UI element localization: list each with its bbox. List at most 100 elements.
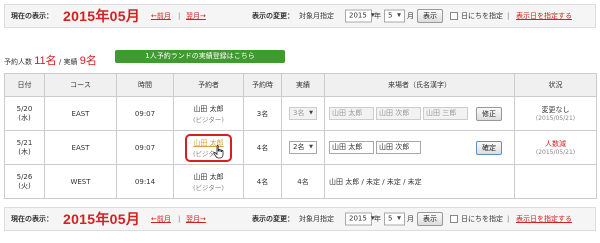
nav-separator: | [178, 12, 181, 20]
dropdown-arrow-icon: ▼ [309, 144, 313, 150]
visitor-field[interactable]: 山田 次郎 [376, 141, 421, 154]
booker-name: 山田 太郎 [193, 104, 224, 113]
header-status: 状況 [514, 73, 597, 97]
day-checkbox-icon[interactable] [450, 12, 458, 20]
date: 5/20 [16, 104, 33, 113]
year-select-value: 2015 [349, 11, 367, 20]
change-label: 表示の変更： [252, 215, 294, 223]
visitor-field: 山田 三郎 [423, 107, 468, 120]
date-cell: 5/21 (木) [4, 130, 45, 165]
header-time: 時間 [116, 73, 174, 97]
visitor-field: 山田 太郎 [329, 107, 374, 120]
reservation-table: 日付 コース 時間 予約者 予約時 実績 来場者（氏名漢字） 状況 5/20 (… [4, 73, 597, 199]
table-row: 5/20 (水) EAST 09:07 山田 太郎 (ビジター) 3名 3名 ▼ … [4, 96, 597, 131]
nav-separator: | [507, 215, 510, 223]
visitors-cell: 山田 太郎 山田 次郎 山田 三郎 修正 [324, 96, 515, 131]
time-cell: 09:07 [116, 96, 174, 131]
course-cell: EAST [44, 96, 117, 131]
current-month: 2015年05月 [63, 211, 141, 227]
month-select-value: 5 [388, 11, 393, 20]
nav-separator: | [507, 12, 510, 20]
status-date: (2015/05/21) [535, 149, 576, 156]
actual-cell: 4名 [281, 164, 325, 199]
month-nav-bottom: 現在の表示： 2015年05月 ←前月 | 翌月→ 表示の変更： 対象月指定 2… [4, 207, 596, 231]
results-registration-banner[interactable]: 1人予約ランドの実績登録はこちら [115, 50, 285, 63]
booker-type: (ビジター) [193, 183, 224, 192]
booker-type: (ビジター) [193, 115, 224, 124]
nav-separator: | [178, 215, 181, 223]
actual-select-value: 3名 [293, 109, 305, 117]
prev-month-link[interactable]: ←前月 [151, 11, 171, 21]
status-date: (2015/05/21) [535, 115, 576, 122]
reserved-cell: 3名 [243, 96, 282, 131]
actual-cell: 2名 ▼ [281, 130, 325, 165]
day-check-label: 日にちを指定 [461, 215, 503, 223]
day-check-label: 日にちを指定 [461, 12, 503, 20]
table-header-row: 日付 コース 時間 予約者 予約時 実績 来場者（氏名漢字） 状況 [4, 73, 597, 97]
prev-month-link[interactable]: ←前月 [151, 214, 171, 224]
current-label: 現在の表示： [11, 215, 53, 223]
reserved-cell: 4名 [243, 164, 282, 199]
status-cell: 人数減 (2015/05/21) [514, 130, 597, 165]
reserved-count: 11名 [34, 55, 57, 67]
reservation-summary: 予約人数 11名 / 実績 9名 [4, 52, 97, 68]
month-select[interactable]: 5 ▼ [384, 9, 405, 23]
change-label: 表示の変更： [252, 12, 294, 20]
current-month: 2015年05月 [63, 8, 141, 24]
day-checkbox-icon[interactable] [450, 215, 458, 223]
next-month-link[interactable]: 翌月→ [186, 11, 206, 21]
dropdown-arrow-icon: ▼ [309, 110, 313, 116]
year-select[interactable]: 2015 ▼ [345, 212, 375, 226]
status-text: 人数減 [545, 140, 566, 148]
weekday: (火) [18, 181, 31, 190]
visitors-cell: 山田 太郎 山田 次郎 確定 [324, 130, 515, 165]
show-date-link[interactable]: 表示日を指定する [516, 214, 572, 224]
month-select-value: 5 [388, 214, 393, 223]
status-text: 変更なし [541, 106, 570, 114]
visitor-field: 山田 次郎 [376, 107, 421, 120]
status-cell: 変更なし (2015/05/21) [514, 96, 597, 131]
reserved-label: 予約人数 [4, 58, 32, 66]
year-unit: 年 [374, 12, 381, 20]
confirm-button[interactable]: 確定 [476, 140, 502, 155]
booker-name: 山田 太郎 [193, 172, 224, 181]
actual-label: 実績 [63, 58, 78, 66]
time-cell: 09:14 [116, 164, 174, 199]
month-unit: 月 [407, 215, 414, 223]
reserved-cell: 4名 [243, 130, 282, 165]
show-button[interactable]: 表示 [417, 212, 443, 226]
course-cell: EAST [44, 130, 117, 165]
next-month-link[interactable]: 翌月→ [186, 214, 206, 224]
edit-button[interactable]: 修正 [476, 106, 502, 121]
time-cell: 09:07 [116, 130, 174, 165]
target-month-label: 対象月指定 [299, 12, 334, 20]
actual-select: 3名 ▼ [289, 107, 317, 120]
weekday: (木) [18, 147, 31, 156]
status-cell [514, 164, 597, 199]
actual-count: 9名 [79, 55, 97, 67]
date-cell: 5/20 (水) [4, 96, 45, 131]
actual-select-value: 2名 [293, 143, 305, 151]
booker-cell: 山田 太郎 (ビジター) [173, 164, 244, 199]
year-select-value: 2015 [349, 214, 367, 223]
year-select[interactable]: 2015 ▼ [345, 9, 375, 23]
header-date: 日付 [4, 73, 45, 97]
actual-select[interactable]: 2名 ▼ [289, 141, 317, 154]
month-unit: 月 [407, 12, 414, 20]
header-visitors: 来場者（氏名漢字） [324, 73, 515, 97]
show-date-link[interactable]: 表示日を指定する [516, 11, 572, 21]
date: 5/26 [16, 172, 33, 181]
date-cell: 5/26 (火) [4, 164, 45, 199]
visitor-field[interactable]: 山田 太郎 [329, 141, 374, 154]
month-select[interactable]: 5 ▼ [384, 212, 405, 226]
date: 5/21 [16, 138, 33, 147]
dropdown-arrow-icon: ▼ [397, 215, 401, 222]
hand-pointer-icon [213, 144, 224, 158]
booker-highlight[interactable]: 山田 太郎 (ビジター) [185, 133, 232, 162]
show-button[interactable]: 表示 [417, 9, 443, 23]
header-course: コース [44, 73, 117, 97]
booker-cell: 山田 太郎 (ビジター) [173, 96, 244, 131]
current-label: 現在の表示： [11, 12, 53, 20]
header-reserved: 予約時 [243, 73, 282, 97]
booker-cell: 山田 太郎 (ビジター) [173, 130, 244, 165]
